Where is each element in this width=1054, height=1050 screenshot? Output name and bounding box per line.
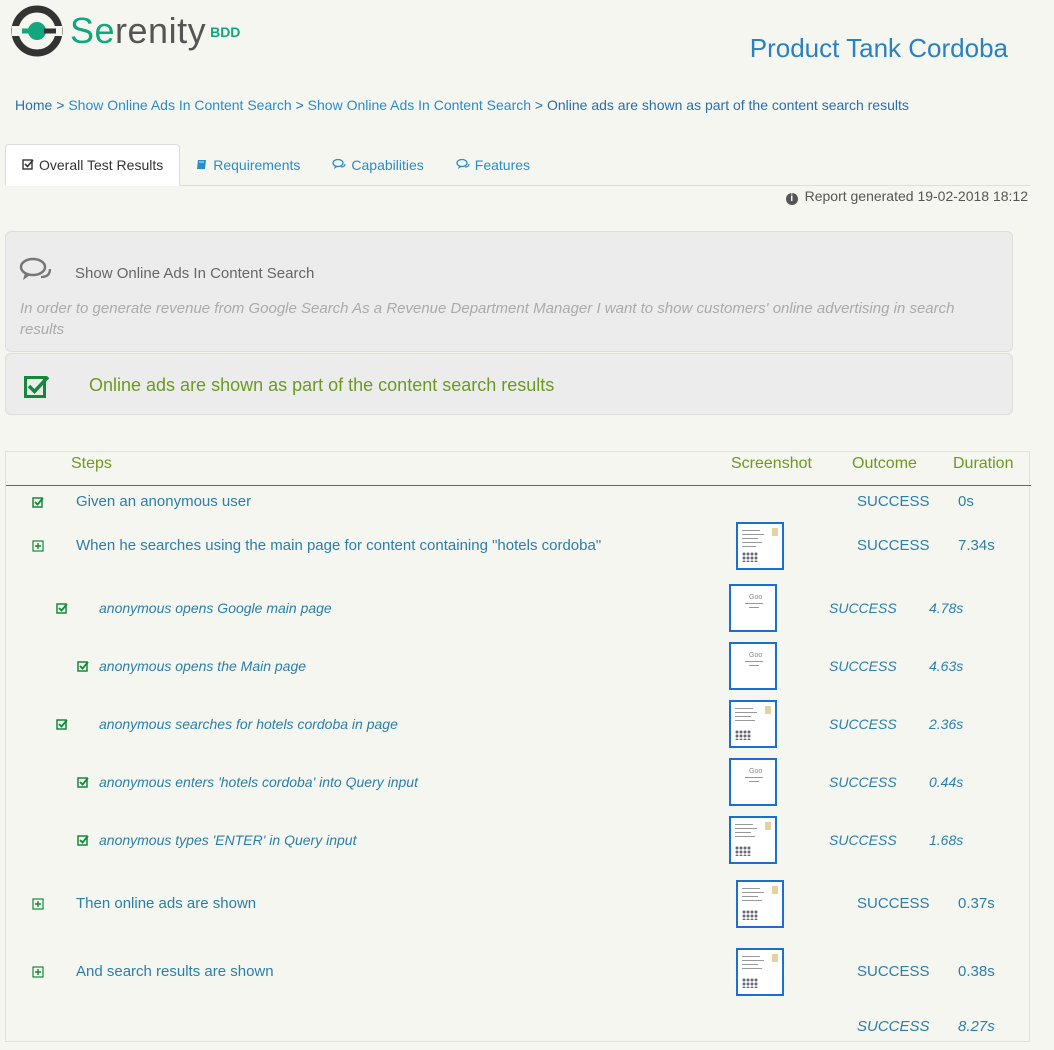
total-outcome: SUCCESS <box>857 1018 930 1035</box>
step-duration: 0.44s <box>929 774 964 790</box>
step-description: When he searches using the main page for… <box>76 537 602 554</box>
breadcrumb-item-capability[interactable]: Show Online Ads In Content Search <box>68 97 291 113</box>
step-duration: 4.63s <box>929 658 964 674</box>
step-description: anonymous types 'ENTER' in Query input <box>99 832 357 848</box>
steps-table-header: Steps Screenshot Outcome Duration <box>6 452 1031 486</box>
check-icon <box>77 833 89 851</box>
book-icon <box>196 158 208 173</box>
step-duration: 0.37s <box>958 895 995 912</box>
step-description: anonymous opens Google main page <box>99 600 332 616</box>
table-row: anonymous opens the Main page Goo SUCCES… <box>6 642 1031 706</box>
report-generated-text: Report generated 19-02-2018 18:12 <box>804 188 1028 204</box>
comments-icon <box>456 158 470 173</box>
step-duration: 2.36s <box>929 716 964 732</box>
feature-description: In order to generate revenue from Google… <box>20 300 955 338</box>
step-description: And search results are shown <box>76 963 274 980</box>
serenity-logo-icon <box>11 5 63 57</box>
step-duration: 0s <box>958 493 974 510</box>
feature-panel: Show Online Ads In Content Search In ord… <box>5 231 1013 352</box>
screenshot-thumbnail[interactable]: Goo <box>729 758 777 806</box>
check-icon <box>32 495 44 513</box>
screenshot-thumbnail[interactable] <box>736 948 784 996</box>
step-duration: 4.78s <box>929 600 964 616</box>
step-outcome: SUCCESS <box>857 537 930 554</box>
project-title: Product Tank Cordoba <box>749 33 1008 63</box>
tab-capabilities[interactable]: Capabilities <box>316 144 439 186</box>
total-duration: 8.27s <box>958 1018 995 1035</box>
steps-table: Steps Screenshot Outcome Duration Given … <box>5 451 1031 1042</box>
check-icon <box>56 717 68 735</box>
info-icon: i <box>785 193 798 205</box>
column-header-screenshot: Screenshot <box>731 455 812 472</box>
check-icon <box>56 601 68 619</box>
table-row: Then online ads are shown SUCCESS 0.37s <box>6 880 1031 948</box>
step-outcome: SUCCESS <box>829 774 897 790</box>
breadcrumb-item-feature[interactable]: Show Online Ads In Content Search <box>308 97 531 113</box>
step-outcome: SUCCESS <box>829 832 897 848</box>
expand-icon[interactable] <box>32 897 44 915</box>
step-description: anonymous enters 'hotels cordoba' into Q… <box>99 774 418 790</box>
step-description: Given an anonymous user <box>76 493 252 510</box>
check-icon <box>77 659 89 677</box>
table-row: anonymous types 'ENTER' in Query input S… <box>6 816 1031 880</box>
step-outcome: SUCCESS <box>829 600 897 616</box>
screenshot-thumbnail[interactable] <box>729 700 777 748</box>
column-header-duration: Duration <box>953 455 1014 472</box>
expand-icon[interactable] <box>32 965 44 983</box>
tab-label: Capabilities <box>351 157 424 173</box>
step-duration: 1.68s <box>929 832 964 848</box>
step-outcome: SUCCESS <box>857 895 930 912</box>
tab-overall-test-results[interactable]: Overall Test Results <box>5 144 181 186</box>
table-row: When he searches using the main page for… <box>6 522 1031 590</box>
report-generated: i Report generated 19-02-2018 18:12 <box>785 188 1028 205</box>
success-check-icon <box>24 374 50 403</box>
comments-icon <box>332 158 346 173</box>
step-duration: 0.38s <box>958 963 995 980</box>
breadcrumb-separator: > <box>534 97 544 113</box>
screenshot-thumbnail[interactable] <box>736 880 784 928</box>
main-tabs: Overall Test Results Requirements Capabi… <box>5 144 1030 186</box>
screenshot-thumbnail[interactable]: Goo <box>729 584 777 632</box>
breadcrumb: Home > Show Online Ads In Content Search… <box>15 97 909 113</box>
table-row: Given an anonymous user SUCCESS 0s <box>6 486 1031 530</box>
column-header-outcome: Outcome <box>852 455 917 472</box>
step-duration: 7.34s <box>958 537 995 554</box>
tab-features[interactable]: Features <box>440 144 546 186</box>
step-outcome: SUCCESS <box>829 658 897 674</box>
tab-label: Features <box>474 157 531 173</box>
screenshot-thumbnail[interactable]: Goo <box>729 642 777 690</box>
check-icon <box>77 775 89 793</box>
tab-label: Overall Test Results <box>39 157 164 173</box>
serenity-logo[interactable]: Serenity BDD <box>10 4 240 58</box>
table-row: anonymous opens Google main page Goo SUC… <box>6 584 1031 648</box>
step-outcome: SUCCESS <box>857 493 930 510</box>
column-header-steps: Steps <box>71 455 112 472</box>
logo-badge: BDD <box>210 24 241 40</box>
table-row: And search results are shown SUCCESS 0.3… <box>6 948 1031 1008</box>
tab-requirements[interactable]: Requirements <box>180 144 316 186</box>
screenshot-thumbnail[interactable] <box>729 816 777 864</box>
table-row: anonymous enters 'hotels cordoba' into Q… <box>6 758 1031 822</box>
breadcrumb-item-current: Online ads are shown as part of the cont… <box>546 97 909 113</box>
breadcrumb-home[interactable]: Home <box>15 97 52 113</box>
screenshot-thumbnail[interactable] <box>736 522 784 570</box>
table-total-row: SUCCESS 8.27s <box>6 1008 1031 1042</box>
step-outcome: SUCCESS <box>829 716 897 732</box>
step-description: anonymous searches for hotels cordoba in… <box>99 716 398 732</box>
scenario-panel: Online ads are shown as part of the cont… <box>5 353 1013 415</box>
expand-icon[interactable] <box>32 539 44 557</box>
logo-text: Serenity <box>70 10 207 51</box>
step-outcome: SUCCESS <box>857 963 930 980</box>
breadcrumb-separator: > <box>295 97 304 113</box>
check-square-icon <box>22 158 34 173</box>
feature-title[interactable]: Show Online Ads In Content Search <box>75 265 314 282</box>
tab-label: Requirements <box>213 157 301 173</box>
step-description: anonymous opens the Main page <box>99 658 307 674</box>
table-row: anonymous searches for hotels cordoba in… <box>6 700 1031 764</box>
scenario-title: Online ads are shown as part of the cont… <box>89 375 555 395</box>
breadcrumb-separator: > <box>56 97 65 113</box>
comments-icon <box>19 256 53 289</box>
step-description: Then online ads are shown <box>76 895 257 912</box>
